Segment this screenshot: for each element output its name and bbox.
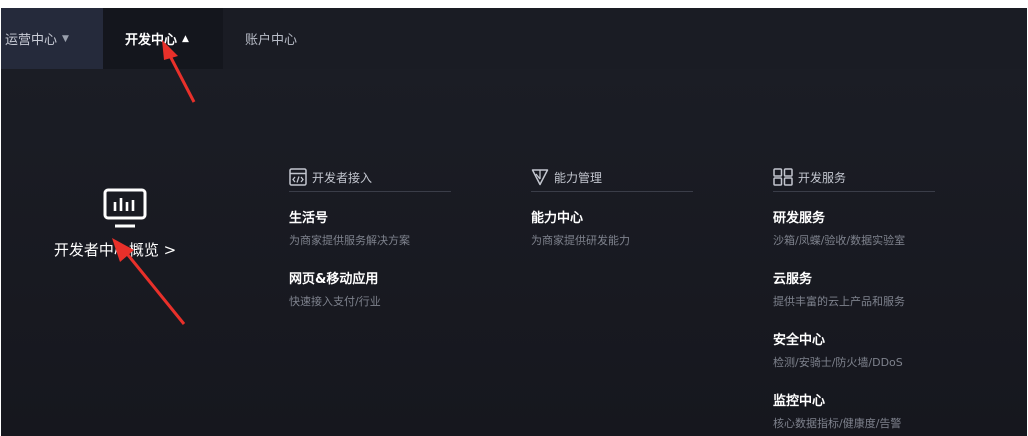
column-header: 开发者接入 — [289, 164, 451, 192]
menu-item-capability-center[interactable]: 能力中心 为商家提供研发能力 — [531, 211, 693, 248]
item-title[interactable]: 安全中心 — [773, 333, 935, 349]
item-desc: 提供丰富的云上产品和服务 — [773, 295, 905, 308]
column-capability-management: 能力管理 能力中心 为商家提供研发能力 — [531, 164, 693, 248]
caret-down-icon: ▼ — [62, 33, 69, 44]
top-nav-bar: 运营中心 ▼ 开发中心 ▲ 账户中心 — [1, 8, 1027, 69]
developer-overview[interactable]: 开发者中心概览 > — [54, 187, 195, 260]
item-desc: 核心数据指标/健康度/告警 — [773, 417, 902, 430]
menu-frame: 运营中心 ▼ 开发中心 ▲ 账户中心 开发者中心概览 > 开发者接入 生活号 为… — [1, 8, 1027, 436]
column-development-services: 开发服务 研发服务 沙箱/凤蝶/验收/数据实验室 云服务 提供丰富的云上产品和服… — [773, 164, 935, 431]
item-desc: 检测/安骑士/防火墙/DDoS — [773, 356, 903, 369]
item-desc: 快速接入支付/行业 — [289, 295, 381, 308]
column-header: 开发服务 — [773, 164, 935, 192]
tab-account-center[interactable]: 账户中心 — [223, 8, 343, 69]
item-title[interactable]: 研发服务 — [773, 211, 935, 227]
item-desc: 为商家提供服务解决方案 — [289, 234, 410, 247]
column-title: 开发者接入 — [312, 170, 373, 185]
tab-developer-center[interactable]: 开发中心 ▲ — [103, 8, 223, 69]
tab-label: 运营中心 — [5, 33, 58, 48]
monitor-chart-icon — [103, 188, 147, 228]
capability-triangle-icon — [531, 169, 549, 186]
caret-up-icon: ▲ — [182, 33, 189, 44]
column-developer-access: 开发者接入 生活号 为商家提供服务解决方案 网页&移动应用 快速接入支付/行业 — [289, 164, 451, 309]
item-desc: 为商家提供研发能力 — [531, 234, 630, 247]
menu-item-security-center[interactable]: 安全中心 检测/安骑士/防火墙/DDoS — [773, 333, 935, 370]
dropdown-panel: 开发者中心概览 > 开发者接入 生活号 为商家提供服务解决方案 网页&移动应用 … — [1, 69, 1027, 436]
developer-code-icon — [289, 168, 307, 186]
menu-item-cloud-services[interactable]: 云服务 提供丰富的云上产品和服务 — [773, 272, 935, 309]
tab-label: 账户中心 — [245, 33, 298, 48]
column-title: 能力管理 — [554, 170, 603, 185]
item-title[interactable]: 网页&移动应用 — [289, 272, 451, 288]
tab-label: 开发中心 — [125, 33, 178, 48]
menu-item-web-mobile-app[interactable]: 网页&移动应用 快速接入支付/行业 — [289, 272, 451, 309]
item-title[interactable]: 监控中心 — [773, 394, 935, 410]
tab-operations-center[interactable]: 运营中心 ▼ — [1, 8, 103, 69]
column-title: 开发服务 — [798, 170, 847, 185]
menu-item-lifestyle-account[interactable]: 生活号 为商家提供服务解决方案 — [289, 211, 451, 248]
item-title[interactable]: 生活号 — [289, 211, 451, 227]
overview-link[interactable]: 开发者中心概览 > — [54, 239, 176, 260]
menu-item-monitoring-center[interactable]: 监控中心 核心数据指标/健康度/告警 — [773, 394, 935, 431]
menu-item-rd-services[interactable]: 研发服务 沙箱/凤蝶/验收/数据实验室 — [773, 211, 935, 248]
item-desc: 沙箱/凤蝶/验收/数据实验室 — [773, 234, 906, 247]
grid-icon — [773, 168, 793, 186]
item-title[interactable]: 能力中心 — [531, 211, 693, 227]
column-header: 能力管理 — [531, 164, 693, 192]
item-title[interactable]: 云服务 — [773, 272, 935, 288]
